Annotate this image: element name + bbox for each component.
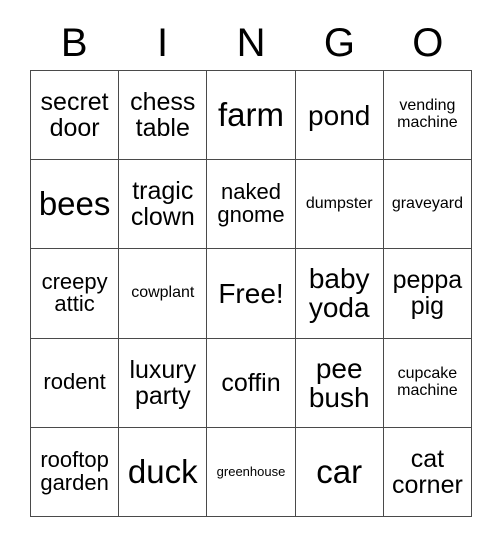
bingo-cell[interactable]: coffin: [207, 338, 296, 428]
bingo-cell[interactable]: dumpster: [295, 160, 384, 250]
bingo-cell-label: luxury party: [129, 355, 197, 410]
header-letter-b: B: [60, 21, 88, 65]
bingo-cell[interactable]: cat corner: [383, 427, 472, 517]
bingo-cell[interactable]: tragic clown: [119, 160, 208, 250]
header-letter-o: O: [412, 21, 444, 65]
bingo-cell[interactable]: car: [295, 427, 384, 517]
bingo-cell-label: rodent: [43, 369, 106, 395]
bingo-cell-free[interactable]: Free!: [207, 249, 296, 339]
bingo-cell[interactable]: rooftop garden: [31, 427, 120, 517]
bingo-cell[interactable]: peppa pig: [383, 249, 472, 339]
bingo-grid: secret door chess table farm pond vendin…: [30, 70, 472, 517]
bingo-cell-label: cupcake machine: [397, 365, 458, 399]
bingo-cell[interactable]: pee bush: [295, 338, 384, 428]
bingo-cell-label: duck: [127, 452, 198, 490]
bingo-cell[interactable]: cupcake machine: [383, 338, 472, 428]
bingo-cell-label: dumpster: [305, 194, 373, 212]
bingo-cell[interactable]: creepy attic: [31, 249, 120, 339]
bingo-cell[interactable]: greenhouse: [207, 427, 296, 517]
header-letter-n: N: [236, 21, 266, 65]
bingo-header: B I N G O: [30, 18, 472, 68]
bingo-cell[interactable]: baby yoda: [295, 249, 384, 339]
bingo-cell[interactable]: rodent: [31, 338, 120, 428]
bingo-card: B I N G O secret door chess table farm p…: [0, 0, 500, 544]
bingo-cell-label: pee bush: [308, 352, 370, 413]
bingo-cell-label: greenhouse: [216, 464, 286, 480]
bingo-cell-label: car: [316, 452, 363, 490]
bingo-cell[interactable]: farm: [207, 71, 296, 161]
bingo-cell[interactable]: bees: [31, 160, 120, 250]
bingo-cell-label: bees: [38, 185, 111, 223]
bingo-cell-label: vending machine: [397, 97, 458, 132]
bingo-cell-label: baby yoda: [308, 263, 370, 324]
bingo-cell-label: naked gnome: [217, 179, 285, 228]
bingo-cell-label: Free!: [218, 277, 284, 309]
bingo-cell-label: chess table: [130, 88, 196, 143]
bingo-cell-label: pond: [308, 99, 371, 131]
bingo-cell-label: cat corner: [391, 444, 463, 499]
bingo-cell[interactable]: pond: [295, 71, 384, 161]
bingo-cell-label: creepy attic: [41, 268, 108, 317]
header-letter-i: I: [157, 21, 169, 65]
bingo-cell[interactable]: secret door: [31, 71, 120, 161]
header-letter-g: G: [323, 21, 355, 65]
bingo-cell[interactable]: vending machine: [383, 71, 472, 161]
bingo-cell-label: graveyard: [391, 194, 463, 212]
bingo-cell[interactable]: duck: [119, 427, 208, 517]
bingo-cell[interactable]: graveyard: [383, 160, 472, 250]
bingo-cell[interactable]: luxury party: [119, 338, 208, 428]
bingo-cell-label: coffin: [221, 368, 281, 397]
bingo-cell-label: farm: [217, 95, 284, 133]
bingo-cell-label: rooftop garden: [40, 447, 109, 495]
bingo-cell-label: secret door: [40, 88, 109, 143]
bingo-cell-label: cowplant: [131, 284, 195, 302]
bingo-cell[interactable]: cowplant: [119, 249, 208, 339]
bingo-cell[interactable]: naked gnome: [207, 160, 296, 250]
bingo-cell-label: tragic clown: [130, 177, 195, 232]
bingo-cell[interactable]: chess table: [119, 71, 208, 161]
bingo-cell-label: peppa pig: [392, 266, 463, 321]
